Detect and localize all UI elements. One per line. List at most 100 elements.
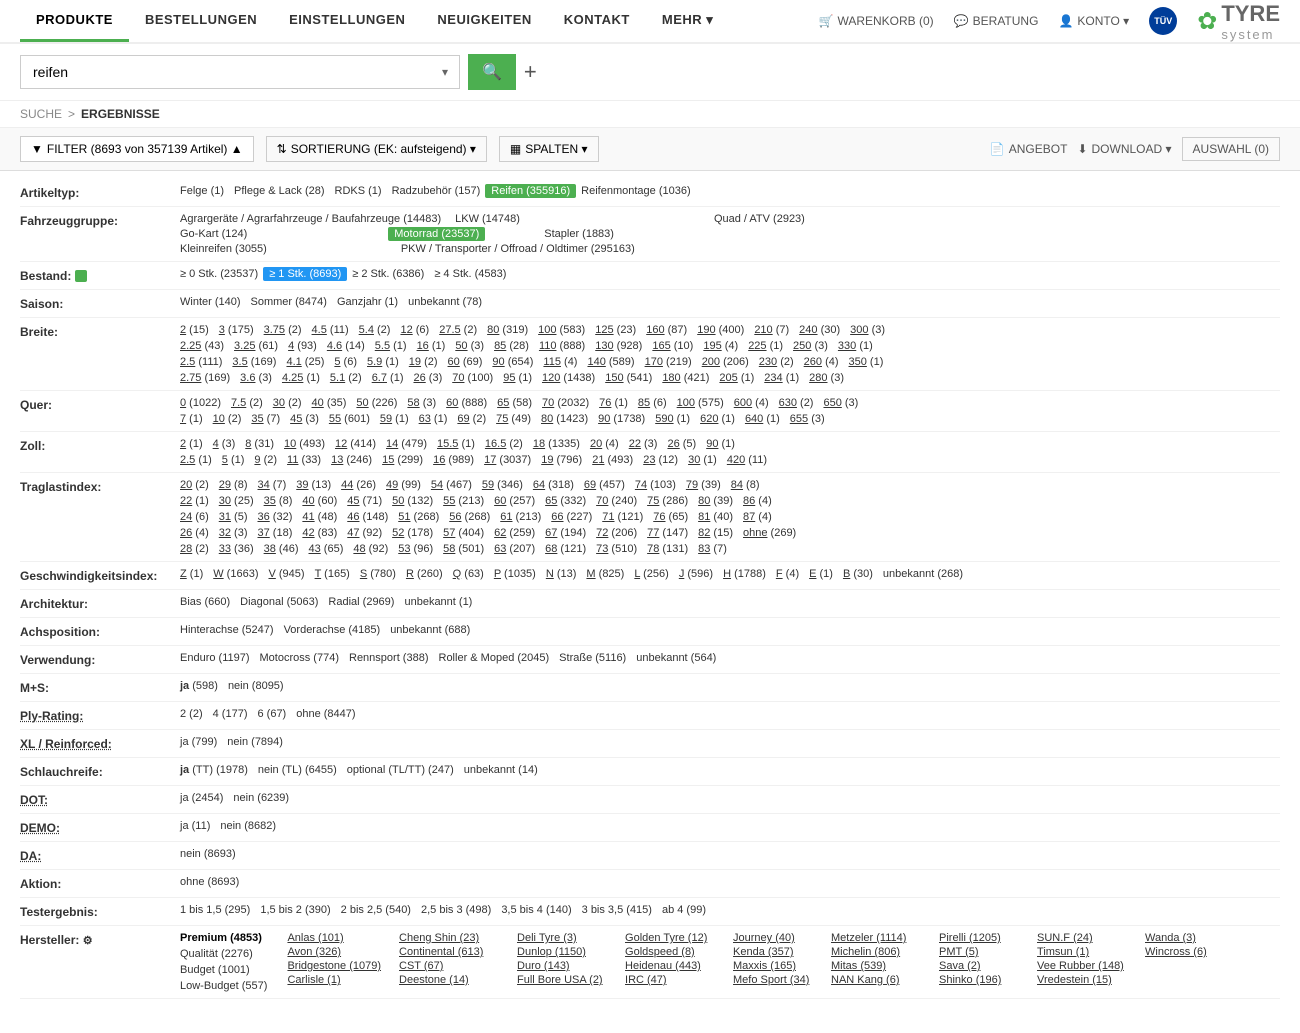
ft-zoll-16[interactable]: 16 (989)	[428, 453, 479, 467]
brand-wincross[interactable]: Wincross (6)	[1140, 945, 1220, 959]
filter-tag-winter[interactable]: Winter (140)	[175, 295, 246, 309]
quality-budget[interactable]: Budget (1001)	[175, 963, 272, 977]
quality-qualitat[interactable]: Qualität (2276)	[175, 947, 272, 961]
ft-quer-70[interactable]: 70 (2032)	[537, 396, 594, 410]
ft-quer-100[interactable]: 100 (575)	[672, 396, 729, 410]
ft-zoll-21[interactable]: 21 (493)	[587, 453, 638, 467]
ft-zoll-26[interactable]: 26 (5)	[662, 437, 701, 451]
brand-michelin[interactable]: Michelin (806)	[826, 945, 926, 959]
ft-tli-50[interactable]: 50 (132)	[387, 494, 438, 508]
filter-label-xl[interactable]: XL / Reinforced:	[20, 735, 175, 751]
brand-journey[interactable]: Journey (40)	[728, 931, 818, 945]
filter-tag-pflege[interactable]: Pflege & Lack (28)	[229, 184, 330, 198]
ft-breite-234[interactable]: 234 (1)	[759, 371, 804, 385]
brand-sunf[interactable]: SUN.F (24)	[1032, 931, 1132, 945]
filter-label-demo[interactable]: DEMO:	[20, 819, 175, 835]
spalten-button[interactable]: ▦ SPALTEN ▾	[499, 136, 599, 162]
nav-item-produkte[interactable]: PRODUKTE	[20, 0, 129, 42]
ft-gi-s[interactable]: S (780)	[355, 567, 401, 581]
brand-heidenau[interactable]: Heidenau (443)	[620, 959, 720, 973]
filter-label-dot[interactable]: DOT:	[20, 791, 175, 807]
brand-metzeler[interactable]: Metzeler (1114)	[826, 931, 926, 945]
brand-carlisle[interactable]: Carlisle (1)	[282, 973, 386, 987]
search-dropdown-button[interactable]: ▾	[430, 55, 460, 89]
brand-cst[interactable]: CST (67)	[394, 959, 504, 973]
ft-quer-59[interactable]: 59 (1)	[375, 412, 414, 426]
ft-quer-10[interactable]: 10 (2)	[208, 412, 247, 426]
ft-breite-4[interactable]: 4 (93)	[283, 339, 322, 353]
ft-tli-81[interactable]: 81 (40)	[693, 510, 738, 524]
ft-tli-37[interactable]: 37 (18)	[253, 526, 298, 540]
breadcrumb-suche[interactable]: SUCHE	[20, 107, 62, 121]
ft-breite-180[interactable]: 180 (421)	[657, 371, 714, 385]
brand-shinko[interactable]: Shinko (196)	[934, 973, 1024, 987]
ft-sch-optional[interactable]: optional (TL/TT) (247)	[342, 763, 459, 777]
ft-test-35[interactable]: 3,5 bis 4 (140)	[496, 903, 576, 917]
ft-zoll-9[interactable]: 9 (2)	[249, 453, 282, 467]
ft-zoll-8[interactable]: 8 (31)	[240, 437, 279, 451]
brand-vredestein[interactable]: Vredestein (15)	[1032, 973, 1132, 987]
ft-tli-46[interactable]: 46 (148)	[342, 510, 393, 524]
ft-zoll-15[interactable]: 15 (299)	[377, 453, 428, 467]
ft-sch-ja[interactable]: ja (TT) (1978)	[175, 763, 253, 777]
ft-tli-33[interactable]: 33 (36)	[214, 542, 259, 556]
nav-item-mehr[interactable]: MEHR ▾	[646, 0, 729, 43]
ft-tli-58[interactable]: 58 (501)	[438, 542, 489, 556]
brand-kenda[interactable]: Kenda (357)	[728, 945, 818, 959]
ft-tli-29[interactable]: 29 (8)	[214, 478, 253, 492]
ft-ply-2[interactable]: 2 (2)	[175, 707, 208, 721]
ft-quer-63[interactable]: 63 (1)	[414, 412, 453, 426]
ft-tli-45[interactable]: 45 (71)	[342, 494, 387, 508]
ft-tli-49[interactable]: 49 (99)	[381, 478, 426, 492]
ft-breite-230[interactable]: 230 (2)	[754, 355, 799, 369]
ft-tli-83[interactable]: 83 (7)	[693, 542, 732, 556]
ft-tli-65[interactable]: 65 (332)	[540, 494, 591, 508]
brand-duro[interactable]: Duro (143)	[512, 959, 612, 973]
ft-gi-b[interactable]: B (30)	[838, 567, 878, 581]
ft-achspos-vorder[interactable]: Vorderachse (4185)	[279, 623, 386, 637]
ft-gi-l[interactable]: L (256)	[629, 567, 673, 581]
brand-avon[interactable]: Avon (326)	[282, 945, 386, 959]
ft-ply-ohne[interactable]: ohne (8447)	[291, 707, 360, 721]
ft-zoll-19[interactable]: 19 (796)	[536, 453, 587, 467]
ft-quer-7[interactable]: 7 (1)	[175, 412, 208, 426]
ft-breite-3[interactable]: 3 (175)	[214, 323, 259, 337]
ft-quer-650[interactable]: 650 (3)	[818, 396, 863, 410]
ft-tli-30[interactable]: 30 (25)	[214, 494, 259, 508]
brand-fullbore[interactable]: Full Bore USA (2)	[512, 973, 612, 987]
ft-tli-57[interactable]: 57 (404)	[438, 526, 489, 540]
ft-breite-225b[interactable]: 225 (1)	[743, 339, 788, 353]
ft-test-3[interactable]: 3 bis 3,5 (415)	[577, 903, 657, 917]
ft-breite-330[interactable]: 330 (1)	[833, 339, 878, 353]
ft-breite-67[interactable]: 6.7 (1)	[367, 371, 409, 385]
nav-item-einstellungen[interactable]: EINSTELLUNGEN	[273, 0, 421, 42]
ft-tli-77[interactable]: 77 (147)	[642, 526, 693, 540]
ft-breite-165[interactable]: 165 (10)	[647, 339, 698, 353]
ft-breite-140[interactable]: 140 (589)	[582, 355, 639, 369]
ft-tli-26[interactable]: 26 (4)	[175, 526, 214, 540]
ft-demo-ja[interactable]: ja (11)	[175, 819, 215, 833]
ft-xl-nein[interactable]: nein (7894)	[222, 735, 288, 749]
ft-tli-84[interactable]: 84 (8)	[726, 478, 765, 492]
ft-quer-58[interactable]: 58 (3)	[402, 396, 441, 410]
ft-breite-2[interactable]: 2 (15)	[175, 323, 214, 337]
filter-tag-lkw[interactable]: LKW (14748)	[450, 212, 525, 226]
brand-chengshin[interactable]: Cheng Shin (23)	[394, 931, 504, 945]
filter-tag-stapler[interactable]: Stapler (1883)	[539, 227, 619, 241]
ft-tli-47[interactable]: 47 (92)	[342, 526, 387, 540]
brand-irc[interactable]: IRC (47)	[620, 973, 720, 987]
ft-tli-66[interactable]: 66 (227)	[546, 510, 597, 524]
ft-tli-40[interactable]: 40 (60)	[297, 494, 342, 508]
ft-breite-100[interactable]: 100 (583)	[533, 323, 590, 337]
ft-tli-71[interactable]: 71 (121)	[597, 510, 648, 524]
ft-breite-41[interactable]: 4.1 (25)	[281, 355, 329, 369]
filter-tag-felge[interactable]: Felge (1)	[175, 184, 229, 198]
ft-breite-275[interactable]: 27.5 (2)	[434, 323, 482, 337]
ft-test-25[interactable]: 2,5 bis 3 (498)	[416, 903, 496, 917]
ft-breite-150[interactable]: 150 (541)	[600, 371, 657, 385]
brand-deestone[interactable]: Deestone (14)	[394, 973, 504, 987]
ft-quer-0[interactable]: 0 (1022)	[175, 396, 226, 410]
filter-tag-motorrad[interactable]: Motorrad (23537)	[388, 227, 485, 241]
ft-breite-60[interactable]: 60 (69)	[443, 355, 488, 369]
ft-tli-64[interactable]: 64 (318)	[528, 478, 579, 492]
